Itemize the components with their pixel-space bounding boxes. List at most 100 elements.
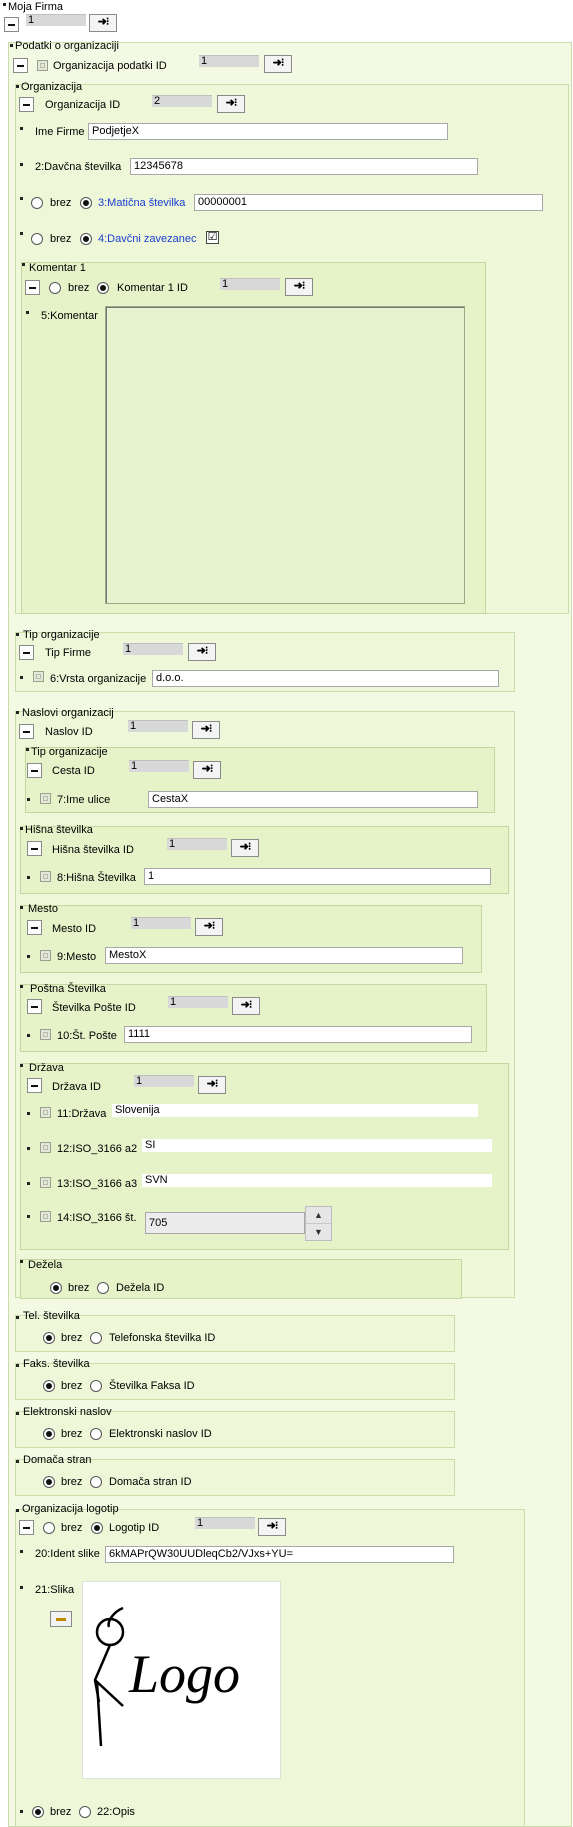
collapse-organizacija-button[interactable] [19, 97, 34, 112]
web-id-radio[interactable] [90, 1476, 102, 1488]
spin-up-icon[interactable]: ▲ [306, 1207, 331, 1224]
cesta-checkbox[interactable] [40, 793, 51, 804]
cesta-id-field[interactable]: 1 [129, 760, 189, 772]
open-image-button[interactable]: ▬ [50, 1611, 72, 1627]
komentar-brez-radio[interactable] [49, 282, 61, 294]
root-id-field[interactable]: 1 [26, 14, 86, 26]
logotip-id-field[interactable]: 1 [195, 1517, 255, 1529]
podatki-checkbox[interactable] [37, 60, 48, 71]
posta-id-label: Številka Pošte ID [52, 1002, 136, 1014]
maticna-radio[interactable] [80, 197, 92, 209]
drzava-f13-checkbox[interactable] [40, 1177, 51, 1188]
drzava-f11-checkbox[interactable] [40, 1107, 51, 1118]
maticna-label[interactable]: 3:Matična številka [98, 196, 185, 210]
drzava-f12-checkbox[interactable] [40, 1142, 51, 1153]
collapse-podatki-button[interactable] [13, 58, 28, 73]
zavezanec-brez-radio[interactable] [31, 233, 43, 245]
zavezanec-label[interactable]: 4:Davčni zavezanec [98, 232, 196, 246]
drzava-go-button[interactable]: ➜⁝ [198, 1076, 226, 1094]
drzava-f11-input[interactable]: Slovenija [112, 1104, 478, 1117]
collapse-drzava-button[interactable] [27, 1078, 42, 1093]
navigate-arrow-icon: ➜⁝ [201, 763, 214, 775]
collapse-posta-button[interactable] [27, 999, 42, 1014]
root-title: Moja Firma [8, 1, 64, 13]
organizacija-title: Organizacija [21, 81, 83, 93]
posta-input[interactable]: 1111 [124, 1026, 472, 1043]
ident-input[interactable]: 6kMAPrQW30UUDleqCb2/VJxs+YU= [105, 1546, 454, 1563]
logotip-brez-label: brez [61, 1522, 83, 1534]
komentar-textarea[interactable] [105, 306, 465, 604]
collapse-naslovi-button[interactable] [19, 724, 34, 739]
hisna-input[interactable]: 1 [144, 868, 491, 885]
collapse-komentar-button[interactable] [25, 280, 40, 295]
collapse-logotip-button[interactable] [19, 1520, 34, 1535]
tel-id-radio[interactable] [90, 1332, 102, 1344]
cesta-go-button[interactable]: ➜⁝ [193, 761, 221, 779]
podatki-id-field[interactable]: 1 [199, 55, 259, 67]
email-id-radio[interactable] [90, 1428, 102, 1440]
collapse-mesto-button[interactable] [27, 920, 42, 935]
drzava-id-field[interactable]: 1 [134, 1075, 194, 1087]
drzava-f14-input[interactable]: 705 [145, 1212, 305, 1234]
organizacija-id-field[interactable]: 2 [152, 95, 212, 107]
opis-radio[interactable] [79, 1806, 91, 1818]
email-brez-label: brez [61, 1428, 83, 1440]
tip-go-button[interactable]: ➜⁝ [188, 643, 216, 661]
podatki-go-button[interactable]: ➜⁝ [264, 55, 292, 73]
web-brez-radio[interactable] [43, 1476, 55, 1488]
mesto-input[interactable]: MestoX [105, 947, 463, 964]
maticna-brez-radio[interactable] [31, 197, 43, 209]
hisna-go-button[interactable]: ➜⁝ [231, 839, 259, 857]
opis-brez-radio[interactable] [32, 1806, 44, 1818]
komentar-go-button[interactable]: ➜⁝ [285, 278, 313, 296]
zavezanec-checkbox[interactable]: ☑ [206, 231, 219, 244]
cesta-input[interactable]: CestaX [148, 791, 478, 808]
logotip-go-button[interactable]: ➜⁝ [258, 1518, 286, 1536]
collapse-root-button[interactable] [4, 17, 19, 32]
organizacija-go-button[interactable]: ➜⁝ [217, 95, 245, 113]
spin-down-icon[interactable]: ▼ [306, 1224, 331, 1240]
drzava-f13-input[interactable]: SVN [142, 1174, 492, 1187]
root-go-button[interactable]: ➜⁝ [89, 14, 117, 32]
maticna-input[interactable]: 00000001 [194, 194, 543, 211]
logotip-id-radio[interactable] [91, 1522, 103, 1534]
tel-brez-radio[interactable] [43, 1332, 55, 1344]
tip-id-field[interactable]: 1 [123, 643, 183, 655]
faks-brez-radio[interactable] [43, 1380, 55, 1392]
drzava-f12-input[interactable]: SI [142, 1139, 492, 1152]
naslov-go-button[interactable]: ➜⁝ [192, 721, 220, 739]
davcna-input[interactable]: 12345678 [130, 158, 478, 175]
tip-checkbox[interactable] [33, 671, 44, 682]
mesto-id-field[interactable]: 1 [131, 917, 191, 929]
zavezanec-radio[interactable] [80, 233, 92, 245]
drzava-f14-spinner[interactable]: ▲ ▼ [305, 1206, 332, 1241]
posta-checkbox[interactable] [40, 1029, 51, 1040]
navigate-arrow-icon: ➜⁝ [240, 999, 253, 1011]
naslov-id-field[interactable]: 1 [128, 720, 188, 732]
dezela-id-radio[interactable] [97, 1282, 109, 1294]
hisna-id-field[interactable]: 1 [167, 838, 227, 850]
logotip-brez-radio[interactable] [43, 1522, 55, 1534]
tip-id-label: Tip Firme [45, 647, 92, 659]
komentar-id-field[interactable]: 1 [220, 278, 280, 290]
posta-id-field[interactable]: 1 [168, 996, 228, 1008]
tip-field-input[interactable]: d.o.o. [152, 670, 499, 687]
mesto-go-button[interactable]: ➜⁝ [195, 918, 223, 936]
collapse-hisna-button[interactable] [27, 841, 42, 856]
mesto-title: Mesto [28, 903, 58, 915]
drzava-f14-checkbox[interactable] [40, 1211, 51, 1222]
komentar-id-label: Komentar 1 ID [117, 282, 188, 294]
ime-firme-input[interactable]: PodjetjeX [88, 123, 448, 140]
web-brez-label: brez [61, 1476, 83, 1488]
faks-id-radio[interactable] [90, 1380, 102, 1392]
hisna-checkbox[interactable] [40, 871, 51, 882]
mesto-checkbox[interactable] [40, 950, 51, 961]
komentar-id-radio[interactable] [97, 282, 109, 294]
collapse-cesta-button[interactable] [27, 763, 42, 778]
email-brez-radio[interactable] [43, 1428, 55, 1440]
collapse-tip-button[interactable] [19, 645, 34, 660]
posta-go-button[interactable]: ➜⁝ [232, 997, 260, 1015]
opis-brez-label: brez [50, 1806, 72, 1818]
tel-title: Tel. številka [23, 1310, 80, 1322]
dezela-brez-radio[interactable] [50, 1282, 62, 1294]
